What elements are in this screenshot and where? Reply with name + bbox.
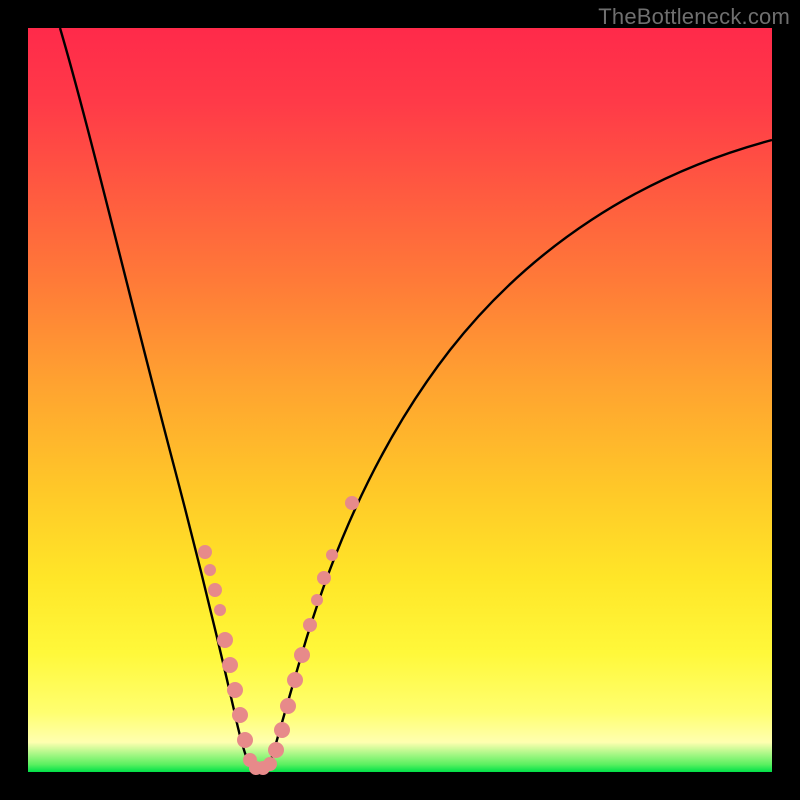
watermark-text: TheBottleneck.com (598, 4, 790, 30)
right-curve (268, 140, 772, 770)
chart-overlay-svg (0, 0, 800, 800)
pink-markers (198, 496, 359, 775)
left-curve (60, 28, 252, 770)
